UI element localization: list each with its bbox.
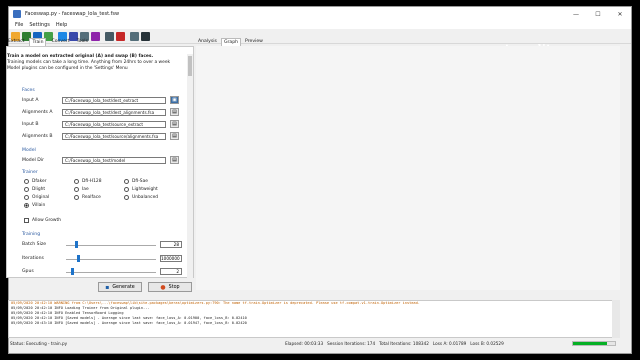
gpus-label: Gpus xyxy=(22,269,34,274)
toolbar xyxy=(9,30,631,44)
tab-convert[interactable]: Convert xyxy=(49,38,71,46)
alignments-a-label: Alignments A xyxy=(22,110,53,115)
tab-preview[interactable]: Preview xyxy=(243,38,265,46)
section-model: Model xyxy=(22,148,36,153)
tab-train[interactable]: Train xyxy=(29,38,47,46)
reload-icon[interactable] xyxy=(91,32,100,41)
radio-dfl-h128[interactable]: DfI-H128 xyxy=(74,179,102,184)
radio-dlight[interactable]: Dlight xyxy=(24,187,45,192)
training-progress-bar xyxy=(572,341,616,346)
file-icon[interactable]: ▤ xyxy=(170,108,179,116)
menu-file[interactable]: File xyxy=(15,22,23,28)
model-dir-field[interactable]: C:/Faceswap_lola_test/model xyxy=(62,157,166,164)
loss-a: Loss A: 0.01789 xyxy=(432,341,467,346)
iterations-value[interactable]: 1000000 xyxy=(160,255,182,262)
train-intro: Train a model on extracted original (A) … xyxy=(7,54,189,80)
batch-size-track xyxy=(66,245,156,246)
left-tabs: Extract Train Convert Tools xyxy=(6,38,90,46)
close-task-icon[interactable] xyxy=(116,32,125,41)
stop-icon: ● xyxy=(160,283,166,291)
radio-iae[interactable]: Iae xyxy=(74,187,89,192)
gpus-value[interactable]: 2 xyxy=(160,268,182,275)
model-dir-label: Model Dir xyxy=(22,158,44,163)
radio-lightweight[interactable]: Lightweight xyxy=(124,187,158,192)
stop-button[interactable]: ● Stop xyxy=(148,282,192,292)
radio-realface[interactable]: Realface xyxy=(74,195,101,200)
radio-unbalanced[interactable]: Unbalanced xyxy=(124,195,158,200)
radio-original[interactable]: Original xyxy=(24,195,49,200)
generate-button[interactable]: ▪ Generate xyxy=(98,282,142,292)
gpus-track xyxy=(66,272,156,273)
total-iterations: Total Iterations: 108342 xyxy=(379,341,429,346)
folder-icon[interactable]: ▤ xyxy=(170,120,179,128)
loss-b: Loss B: 0.02529 xyxy=(470,341,504,346)
section-trainer: Trainer xyxy=(22,170,38,175)
alignments-b-label: Alignments B xyxy=(22,134,53,139)
gpus-slider[interactable] xyxy=(70,268,74,275)
allow-growth-checkbox[interactable]: Allow Growth xyxy=(24,218,61,223)
status-bar: Status: Executing - train.py Elapsed: 00… xyxy=(8,339,568,348)
info-icon[interactable] xyxy=(141,32,150,41)
iterations-label: Iterations xyxy=(22,256,44,261)
alignments-b-field[interactable]: C:/Faceswap_lola_test/source/alignments.… xyxy=(62,133,166,140)
radio-dfl-sae[interactable]: DfI-Sae xyxy=(124,179,148,184)
options-scrollbar[interactable] xyxy=(187,54,193,278)
tab-graph[interactable]: Graph xyxy=(220,38,242,46)
input-a-field[interactable]: C:/Faceswap_lola_test/dest_extract xyxy=(62,97,166,104)
help-icon[interactable] xyxy=(130,32,139,41)
app-icon xyxy=(13,10,21,18)
alignments-a-field[interactable]: C:/Faceswap_lola_test/dest_alignments.fs… xyxy=(62,109,166,116)
generate-icon: ▪ xyxy=(105,283,110,291)
window-title: Faceswap.py - faceswap_lola_test.fsw xyxy=(25,11,120,17)
folder-icon[interactable]: ▤ xyxy=(170,156,179,164)
tab-tools[interactable]: Tools xyxy=(75,38,90,46)
minimize-button[interactable]: — xyxy=(565,7,587,21)
session-iterations: Session Iterations: 174 xyxy=(327,341,376,346)
options-scroll-thumb[interactable] xyxy=(188,56,192,76)
menu-settings[interactable]: Settings xyxy=(29,22,50,28)
input-b-label: Input B xyxy=(22,122,39,127)
tab-extract[interactable]: Extract xyxy=(6,38,26,46)
radio-villain[interactable]: Villain xyxy=(24,203,45,208)
right-tabs: Analysis Graph Preview xyxy=(196,38,265,46)
menu-bar: File Settings Help xyxy=(9,21,631,29)
console-scrollbar[interactable] xyxy=(612,300,620,338)
progress-fill xyxy=(573,342,607,345)
batch-size-label: Batch Size xyxy=(22,242,47,247)
section-training: Training xyxy=(22,232,41,237)
close-button[interactable]: ✕ xyxy=(609,7,631,21)
console-output: 05/09/2020 20:42:10 WARNING from C:\User… xyxy=(8,300,613,338)
title-bar: Faceswap.py - faceswap_lola_test.fsw — ☐… xyxy=(9,7,631,21)
batch-size-slider[interactable] xyxy=(75,241,78,248)
input-a-label: Input A xyxy=(22,98,39,103)
radio-dfaker[interactable]: Dfaker xyxy=(24,179,47,184)
menu-help[interactable]: Help xyxy=(56,22,67,28)
status-text: Status: Executing - train.py xyxy=(10,341,68,346)
batch-size-value[interactable]: 28 xyxy=(160,241,182,248)
log-line: 05/09/2020 20:43:10 INFO [Saved models] … xyxy=(11,321,247,325)
elapsed-time: Elapsed: 00:03:33 xyxy=(285,341,324,346)
settings-icon[interactable] xyxy=(105,32,114,41)
section-faces: Faces xyxy=(22,88,35,93)
iterations-slider[interactable] xyxy=(76,255,80,262)
tab-analysis[interactable]: Analysis xyxy=(196,38,219,46)
display-panel xyxy=(196,46,620,290)
folder-icon[interactable]: ▣ xyxy=(170,96,179,104)
intro-heading: Train a model on extracted original (A) … xyxy=(7,54,154,59)
intro-line2: Model plugins can be configured in the '… xyxy=(7,66,128,71)
file-icon[interactable]: ▤ xyxy=(170,132,179,140)
input-b-field[interactable]: C:/Faceswap_lola_test/source_extract xyxy=(62,121,166,128)
maximize-button[interactable]: ☐ xyxy=(587,7,609,21)
